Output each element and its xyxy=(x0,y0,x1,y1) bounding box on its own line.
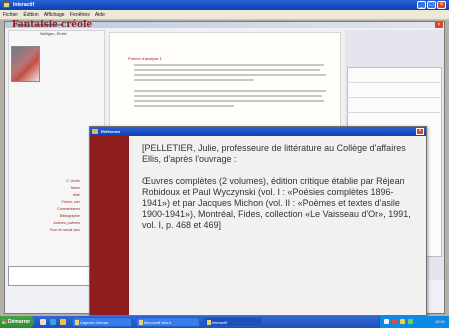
system-tray: 12:41 xyxy=(379,316,449,328)
doc-text-line xyxy=(134,105,234,107)
desktop-icon[interactable] xyxy=(40,319,46,325)
folder-icon[interactable] xyxy=(60,319,66,325)
task-icon xyxy=(75,320,79,325)
maximize-button[interactable]: □ xyxy=(427,1,436,9)
right-list-row xyxy=(347,82,442,83)
reference-paragraph: Œuvres complètes (2 volumes), édition cr… xyxy=(142,176,411,230)
doc-text-line xyxy=(134,64,324,66)
dialog-close-button[interactable]: × xyxy=(416,128,424,135)
poem-illustration xyxy=(11,46,40,82)
browser-icon[interactable] xyxy=(50,319,56,325)
window-title: Interactif xyxy=(13,2,35,8)
left-nav: C. Guide Notes Aide Fiches, voix Comment… xyxy=(30,178,80,234)
task-icon xyxy=(207,320,211,325)
nav-link[interactable]: Commentaires xyxy=(30,206,80,213)
task-label: Capture d'écran xyxy=(80,320,109,325)
task-icon xyxy=(139,320,143,325)
right-list-row xyxy=(347,97,442,98)
poem-title: Fantaisie créole xyxy=(12,20,93,30)
update-icon[interactable] xyxy=(408,319,413,324)
close-button[interactable]: × xyxy=(437,1,446,9)
menu-fenetres[interactable]: Fenêtres xyxy=(70,12,90,18)
doc-text-line xyxy=(134,79,254,81)
nav-link[interactable]: Aide xyxy=(30,192,80,199)
menu-fichier[interactable]: Fichier xyxy=(3,12,18,18)
doc-text-line xyxy=(134,95,322,97)
dialog-title: Référence xyxy=(101,129,121,134)
nav-link[interactable]: Fiches, voix xyxy=(30,199,80,206)
nav-link[interactable]: Bibliographie xyxy=(30,213,80,220)
poem-author: Nelligan, Émile xyxy=(40,31,67,36)
nav-link[interactable]: Auteurs, poèmes xyxy=(30,220,80,227)
taskbar-task-active[interactable]: Interactif xyxy=(204,317,262,327)
dialog-app-icon xyxy=(92,129,98,134)
doc-text-line xyxy=(134,69,320,71)
security-icon[interactable] xyxy=(392,319,397,324)
volume-icon[interactable] xyxy=(400,319,405,324)
reference-paragraph: [PELLETIER, Julie, professeure de littér… xyxy=(142,143,406,164)
doc-heading: Poème d'analyse 1 xyxy=(128,56,162,61)
app-icon xyxy=(3,2,10,8)
menu-edition[interactable]: Édition xyxy=(23,12,38,18)
taskbar-task[interactable]: Capture d'écran xyxy=(72,317,132,327)
taskbar-task[interactable]: Microsoft Word xyxy=(136,317,200,327)
windows-logo-icon xyxy=(2,319,7,324)
doc-text-line xyxy=(134,74,326,76)
menubar: Fichier Édition Affichage Fenêtres Aide xyxy=(0,10,449,20)
window-titlebar[interactable]: Interactif xyxy=(0,0,449,10)
minimize-button[interactable]: _ xyxy=(417,1,426,9)
taskbar: Démarrer Capture d'écran Microsoft Word … xyxy=(0,316,449,328)
reference-dialog: Référence × [PELLETIER, Julie, professeu… xyxy=(89,126,427,316)
menu-aide[interactable]: Aide xyxy=(95,12,105,18)
dialog-titlebar[interactable]: Référence xyxy=(90,127,426,136)
menu-affichage[interactable]: Affichage xyxy=(44,12,65,18)
start-label: Démarrer xyxy=(8,319,31,325)
network-icon[interactable] xyxy=(384,319,389,324)
doc-text-line xyxy=(134,90,326,92)
dialog-accent-bar xyxy=(90,136,129,315)
start-button[interactable]: Démarrer xyxy=(0,316,34,328)
nav-link[interactable]: Pour en savoir plus xyxy=(30,227,80,234)
task-label: Microsoft Word xyxy=(144,320,171,325)
doc-text-line xyxy=(134,100,324,102)
clock: 12:41 xyxy=(434,319,445,324)
right-list-row xyxy=(347,112,442,113)
nav-link[interactable]: Notes xyxy=(30,185,80,192)
task-label: Interactif xyxy=(212,320,228,325)
dialog-body: [PELLETIER, Julie, professeure de littér… xyxy=(142,143,420,231)
nav-link[interactable]: C. Guide xyxy=(30,178,80,185)
inner-close-button[interactable]: × xyxy=(435,22,443,28)
